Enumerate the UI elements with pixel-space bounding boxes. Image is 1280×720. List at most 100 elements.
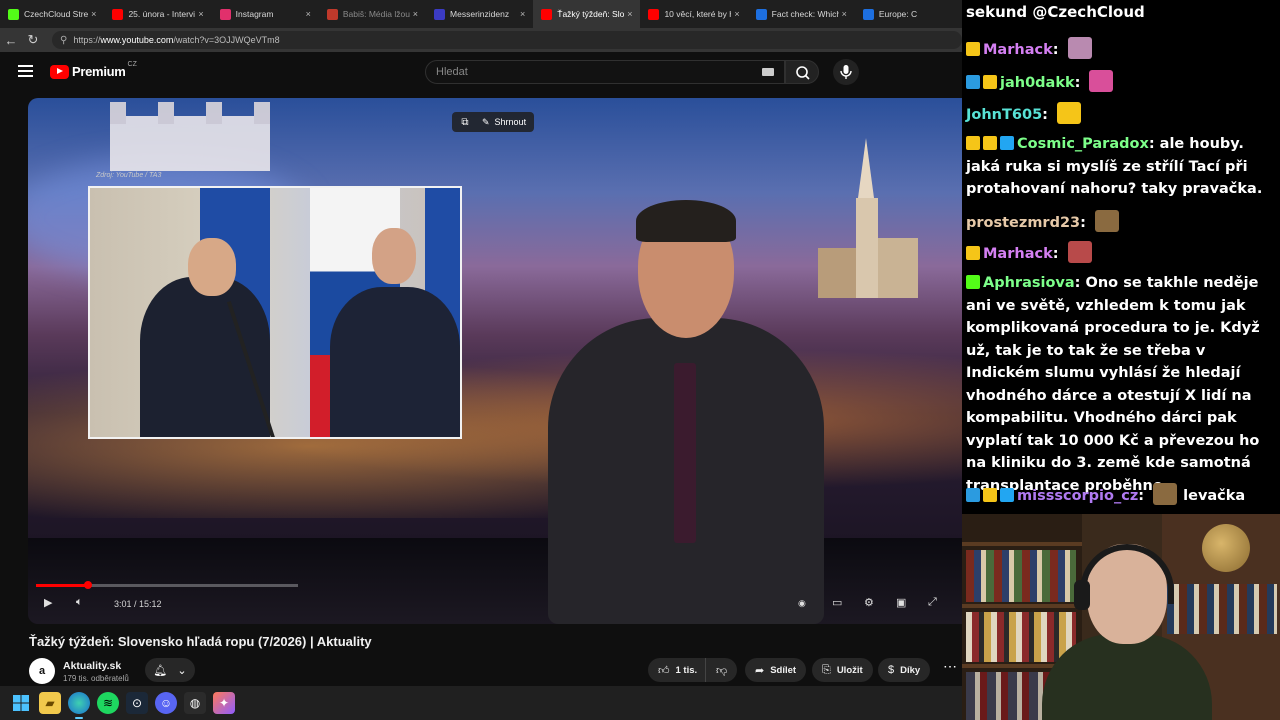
share-button[interactable]: ➦ Sdílet [745, 658, 807, 682]
browser-tab[interactable]: Messerinzidenz × [426, 0, 533, 28]
bell-icon: 🔔︎ [153, 664, 168, 677]
voice-search-button[interactable] [833, 59, 859, 85]
chat-username[interactable]: Marhack [983, 42, 1053, 58]
youtube-logo[interactable]: Premium CZ [50, 61, 137, 79]
volume-icon[interactable]: 🔈︎ [76, 596, 83, 609]
steam-icon[interactable]: ⊙ [126, 692, 148, 714]
file-explorer-icon[interactable]: ▰ [39, 692, 61, 714]
close-tab-icon[interactable]: × [306, 9, 311, 19]
obs-icon[interactable]: ◍ [184, 692, 206, 714]
close-tab-icon[interactable]: × [198, 9, 203, 19]
copilot-icon[interactable]: ✦ [213, 692, 235, 714]
chat-username[interactable]: missscorpio_cz [1017, 488, 1138, 504]
tab-title: 25. února - Interview [128, 9, 196, 19]
dislike-button[interactable]: 👎︎ [705, 658, 738, 682]
address-bar[interactable]: ⚲ https://www.youtube.com/watch?v=3OJJWQ… [52, 31, 962, 49]
fullscreen-icon[interactable]: ⤢ [928, 596, 937, 609]
video-player[interactable]: Zdroj: YouTube / TA3 ⧉ ✎ Shrnout ▶ 🔈︎ 3:… [28, 98, 962, 624]
notification-bell-button[interactable]: 🔔︎ ⌄ [145, 658, 195, 682]
chat-message: Cosmic_Paradox: ale houby. jaká ruka si … [966, 133, 1276, 201]
chat-username[interactable]: Cosmic_Paradox [1017, 136, 1149, 152]
summary-icon: ✎ [482, 116, 490, 127]
keyboard-icon[interactable] [762, 68, 774, 76]
tab-favicon-icon [648, 8, 660, 20]
close-tab-icon[interactable]: × [842, 9, 847, 19]
chat-separator: : [1052, 246, 1064, 262]
chat-badge-icon [966, 136, 980, 150]
chat-separator: : [1148, 136, 1160, 152]
channel-name[interactable]: Aktuality.sk [63, 660, 129, 672]
books-row [1167, 584, 1277, 634]
chat-top-line: sekund @CzechCloud [966, 3, 1145, 21]
chat-message: prostezmrd23: [966, 210, 1276, 235]
back-icon[interactable]: ← [0, 33, 22, 48]
chat-username[interactable]: jah0dakk [1000, 75, 1075, 91]
chat-emote-icon [1067, 241, 1092, 263]
like-button[interactable]: 👍︎ 1 tis. [648, 658, 706, 682]
search-button[interactable] [785, 60, 819, 84]
chat-username[interactable]: JohnT605 [966, 107, 1042, 123]
play-icon[interactable]: ▶ [44, 596, 52, 609]
globe [1202, 524, 1250, 572]
spotify-icon[interactable]: ≋ [97, 692, 119, 714]
thanks-icon: $ [888, 664, 895, 676]
close-tab-icon[interactable]: × [627, 9, 632, 19]
windows-start-icon[interactable] [10, 692, 32, 714]
tab-favicon-icon [541, 8, 553, 20]
chat-username[interactable]: prostezmrd23 [966, 215, 1080, 231]
browser-tab[interactable]: 10 věcí, které by Hitle× [640, 0, 747, 28]
autoplay-toggle[interactable]: ◉ [798, 598, 806, 609]
miniplayer-icon[interactable]: ⧉ [452, 112, 478, 132]
browser-tab[interactable]: Europe: C [855, 0, 962, 28]
channel-avatar[interactable]: a [29, 658, 55, 684]
site-info-icon[interactable]: ⚲ [60, 35, 67, 46]
search-icon [796, 66, 810, 80]
discord-icon[interactable]: ☺ [155, 692, 177, 714]
chat-username[interactable]: Marhack [983, 246, 1053, 262]
screen: CzechCloud Stream×25. února - Interview×… [0, 0, 1280, 720]
search-input[interactable]: Hledat [425, 60, 785, 84]
share-icon: ➦ [755, 664, 765, 677]
progress-bar[interactable] [36, 581, 298, 589]
close-tab-icon[interactable]: × [91, 9, 96, 19]
browser-tab[interactable]: Babiš: Média lžou, o× [319, 0, 426, 28]
browser-tab[interactable]: CzechCloud Stream× [0, 0, 104, 28]
browser-tab[interactable]: Instagram × [212, 0, 319, 28]
chat-badge-icon [1000, 488, 1014, 502]
edge-browser-icon[interactable] [68, 692, 90, 719]
subtitles-icon[interactable]: ▭ [832, 596, 842, 609]
chat-badge-icon [966, 42, 980, 56]
more-actions-icon[interactable]: ⋯ [938, 658, 962, 682]
chat-message: JohnT605: [966, 102, 1276, 127]
reload-icon[interactable]: ↻ [22, 32, 44, 48]
close-tab-icon[interactable]: × [520, 9, 525, 19]
close-tab-icon[interactable]: × [413, 9, 418, 19]
chat-emote-icon [1089, 70, 1114, 92]
browser-tab[interactable]: Fact check: Which co× [748, 0, 855, 28]
browser-tab[interactable]: Ťažký týždeň: Sloven× [533, 0, 641, 28]
summary-overlay: ⧉ ✎ Shrnout [452, 112, 535, 132]
close-tab-icon[interactable]: × [734, 9, 739, 19]
tab-favicon-icon [8, 8, 19, 20]
miniplayer-small-icon[interactable]: ▣ [896, 596, 906, 609]
progress-scrubber[interactable] [83, 581, 92, 589]
chat-separator: : [1074, 275, 1086, 291]
tab-favicon-icon [862, 8, 874, 20]
settings-icon[interactable]: ⚙ [864, 596, 874, 609]
thanks-button[interactable]: $ Díky [878, 658, 931, 682]
chat-badge-icon [983, 488, 997, 502]
chat-message: Marhack: [966, 37, 1276, 62]
summary-label: Shrnout [494, 117, 527, 127]
summary-button[interactable]: ✎ Shrnout [478, 117, 534, 128]
tab-title: Instagram [235, 9, 274, 19]
browser-tab[interactable]: 25. února - Interview× [104, 0, 211, 28]
bookmark-icon: ⎘ [822, 663, 831, 676]
time-display: 3:01 / 15:12 [114, 599, 162, 609]
menu-icon[interactable] [18, 65, 33, 77]
tab-favicon-icon [112, 8, 124, 20]
save-button[interactable]: ⎘ Uložit [812, 658, 873, 682]
tab-title: Europe: C [878, 9, 918, 19]
thumbs-down-icon: 👎︎ [716, 664, 728, 677]
chat-username[interactable]: Aphrasiova [983, 275, 1075, 291]
search-placeholder: Hledat [436, 66, 468, 78]
